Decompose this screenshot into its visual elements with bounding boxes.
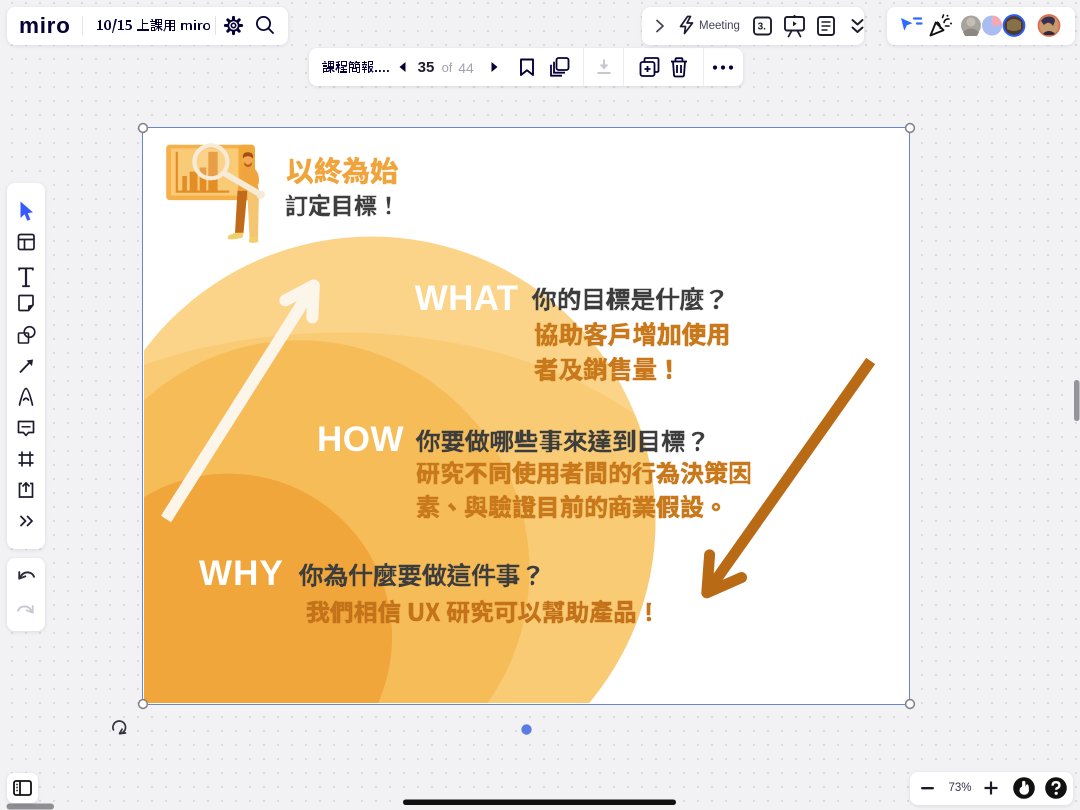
svg-text:3.: 3. — [758, 22, 767, 33]
